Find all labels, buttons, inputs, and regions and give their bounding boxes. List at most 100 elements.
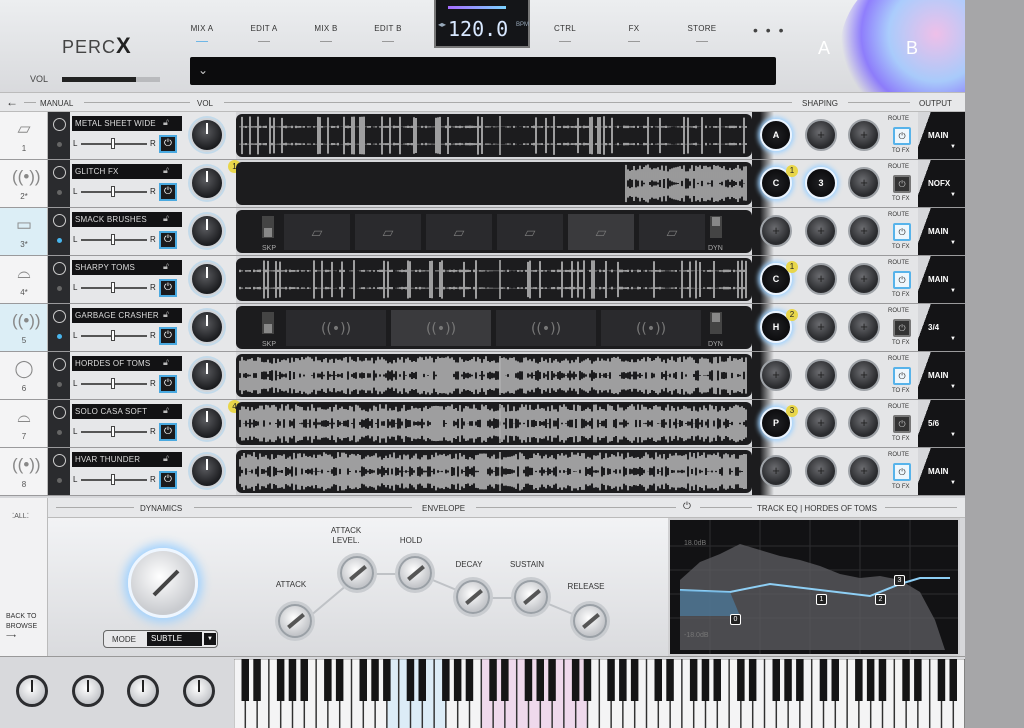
lock-icon[interactable]: 🔓︎ [163,309,169,320]
eq-node-2[interactable]: 2 [875,594,886,605]
chevron-down-icon[interactable]: ▼ [950,144,956,150]
ab-b-button[interactable]: B [906,38,918,59]
pan-slider[interactable] [81,474,147,485]
power-icon[interactable]: ⏻ [159,135,177,153]
output-selector[interactable]: MAIN ▼ [918,208,965,255]
route-to-fx-button[interactable]: ⏻ [893,127,911,145]
shaping-knob-3[interactable]: + [848,167,880,199]
track-volume-knob[interactable] [190,454,224,488]
lock-icon[interactable]: 🔓︎ [163,165,169,176]
power-icon[interactable]: ⏻ [159,375,177,393]
output-selector[interactable]: MAIN ▼ [918,112,965,159]
more-menu-button[interactable]: • • • [753,22,785,38]
track-volume-knob[interactable] [190,358,224,392]
shaping-knob-3[interactable]: + [848,119,880,151]
waveform-display[interactable] [236,162,752,205]
eq-node-0[interactable]: 0 [730,614,741,625]
shaping-knob-2[interactable]: + [805,119,837,151]
waveform-display[interactable]: ▱ ▱ ▱ ▱ ▱ ▱ SKP DYN [236,210,752,253]
envelope-knob-attack-level[interactable] [340,556,374,590]
lock-icon[interactable]: 🔓︎ [163,405,169,416]
track-icon-button[interactable]: ⌓ 4* [0,256,48,303]
target-icon[interactable] [53,166,66,179]
target-icon[interactable] [53,310,66,323]
ab-a-button[interactable]: A [818,38,830,59]
waveform-display[interactable]: ((•)) ((•)) ((•)) ((•)) SKP DYN [236,306,752,349]
track-volume-knob[interactable] [190,262,224,296]
eq-node-1[interactable]: 1 [816,594,827,605]
track-volume-knob[interactable] [190,310,224,344]
program-selector[interactable]: ⌄ [190,57,776,85]
pan-slider[interactable] [81,234,147,245]
shaping-knob-3[interactable]: + [848,311,880,343]
eq-node-3[interactable]: 3 [894,575,905,586]
envelope-knob-release[interactable] [573,604,607,638]
chevron-down-icon[interactable]: ▼ [950,288,956,294]
shaping-knob-3[interactable]: + [848,455,880,487]
macro-knob-2[interactable] [72,675,104,707]
chevron-down-icon[interactable]: ▼ [950,192,956,198]
shaping-knob-3[interactable]: + [848,407,880,439]
track-icon-button[interactable]: ◯ 6 [0,352,48,399]
pan-slider-handle[interactable] [111,330,115,341]
track-volume-knob[interactable] [190,214,224,248]
target-icon[interactable] [53,358,66,371]
shaping-knob-3[interactable]: + [848,263,880,295]
shaping-knob-1[interactable]: P3 [760,405,798,439]
shaping-knob-1[interactable]: + [760,455,792,487]
nav-tab-fx[interactable]: FX [604,24,664,42]
nav-tab-edit-a[interactable]: EDIT A [234,24,294,42]
tempo-display[interactable]: ◂▸ 120.0 BPM [434,0,530,48]
chevron-down-icon[interactable]: ▼ [950,240,956,246]
pan-slider[interactable] [81,186,147,197]
track-icon-button[interactable]: ((•)) 2* [0,160,48,207]
track-icon-button[interactable]: ▱ 1 [0,112,48,159]
shaping-knob-2[interactable]: + [805,311,837,343]
pan-slider-handle[interactable] [111,186,115,197]
route-to-fx-button[interactable]: ⏻ [893,319,911,337]
envelope-knob-hold[interactable] [398,556,432,590]
envelope-knob-sustain[interactable] [514,580,548,614]
target-icon[interactable] [53,262,66,275]
nav-tab-store[interactable]: STORE [672,24,732,42]
piano-keys[interactable] [233,658,965,728]
track-volume-knob[interactable] [190,118,224,152]
lock-icon[interactable]: 🔓︎ [163,117,169,128]
envelope-knob-attack[interactable] [278,604,312,638]
route-to-fx-button[interactable]: ⏻ [893,175,911,193]
shaping-knob-2[interactable]: + [805,215,837,247]
chevron-down-icon[interactable]: ⌄ [198,63,208,77]
track-icon-button[interactable]: ⌓ 7 [0,400,48,447]
power-icon[interactable]: ⏻ [159,471,177,489]
shaping-knob-1[interactable]: H2 [760,309,798,343]
all-button[interactable]: ⁚ALL⁚ [12,512,29,520]
pan-slider-handle[interactable] [111,378,115,389]
back-arrow-icon[interactable]: ← [6,95,18,109]
pan-slider[interactable] [81,378,147,389]
lock-icon[interactable]: 🔓︎ [163,261,169,272]
lock-icon[interactable]: 🔓︎ [163,213,169,224]
macro-knob-4[interactable] [183,675,215,707]
pan-slider-handle[interactable] [111,474,115,485]
pan-slider[interactable] [81,426,147,437]
tempo-arrows-icon[interactable]: ◂▸ [438,20,446,29]
waveform-display[interactable] [236,354,752,397]
nav-tab-mix-a[interactable]: MIX A [172,24,232,42]
pan-slider-handle[interactable] [111,426,115,437]
shaping-knob-2[interactable]: + [805,359,837,391]
track-volume-knob[interactable] [190,406,224,440]
target-icon[interactable] [53,118,66,131]
pan-slider[interactable] [81,282,147,293]
shaping-knob-2[interactable]: + [805,407,837,439]
target-icon[interactable] [53,214,66,227]
track-volume-knob[interactable] [190,166,224,200]
track-icon-button[interactable]: ▭ 3* [0,208,48,255]
pan-slider-handle[interactable] [111,282,115,293]
power-icon[interactable]: ⏻ [159,327,177,345]
output-selector[interactable]: NOFX ▼ [918,160,965,207]
shaping-knob-1[interactable]: + [760,215,792,247]
output-selector[interactable]: MAIN ▼ [918,256,965,303]
nav-tab-edit-b[interactable]: EDIT B [358,24,418,42]
nav-tab-mix-b[interactable]: MIX B [296,24,356,42]
chevron-down-icon[interactable]: ▼ [950,336,956,342]
